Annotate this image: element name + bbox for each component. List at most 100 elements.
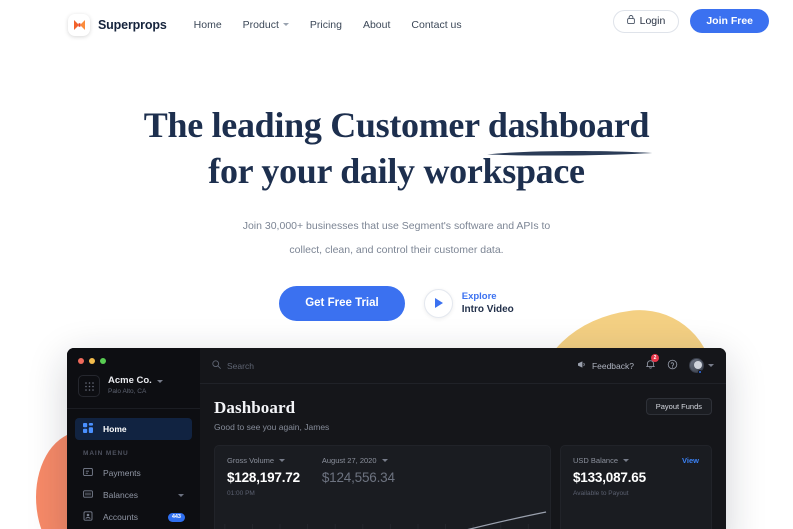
butterfly-logo-icon (68, 13, 90, 36)
sidebar-item-accounts[interactable]: Accounts 443 (75, 506, 192, 528)
sidebar-item-balances[interactable]: Balances (75, 484, 192, 506)
nav-link-about[interactable]: About (363, 19, 390, 31)
chevron-down-icon (282, 23, 289, 26)
window-traffic-lights (67, 348, 200, 364)
login-button[interactable]: Login (612, 9, 680, 33)
notification-count-badge: 2 (651, 353, 659, 362)
user-menu[interactable] (689, 358, 714, 374)
feedback-button[interactable]: Feedback? (577, 360, 634, 371)
metric-comparison-label: August 27, 2020 (321, 456, 377, 465)
org-switcher[interactable]: Acme Co. Palo Alto, CA (67, 364, 200, 397)
hero-subtitle-line1: Join 30,000+ businesses that use Segment… (242, 220, 551, 233)
sidebar-item-payments-label: Payments (103, 468, 141, 478)
nav-link-product-label: Product (242, 18, 279, 31)
org-location: Palo Alto, CA (108, 388, 147, 396)
minimize-window-dot[interactable] (89, 358, 95, 364)
nav-link-pricing[interactable]: Pricing (310, 19, 342, 31)
hero-subtitle-line2: collect, clean, and control their custom… (289, 243, 504, 256)
usd-balance-label: USD Balance (573, 456, 619, 465)
bank-icon (83, 489, 95, 501)
dashboard-body: Dashboard Good to see you again, James P… (200, 384, 726, 529)
dashboard-topbar-actions: Feedback? 2 (577, 353, 714, 375)
chevron-down-icon[interactable] (381, 459, 388, 462)
gross-volume-chart (224, 511, 547, 529)
nav-link-contact-us[interactable]: Contact us (411, 19, 461, 31)
chevron-down-icon[interactable] (623, 459, 630, 462)
nav-links: Home Product Pricing About Contact us (194, 19, 483, 31)
brand-name: Superprops (98, 17, 167, 32)
help-circle-icon[interactable] (667, 357, 678, 375)
metric-comparison-header[interactable]: August 27, 2020 (322, 456, 395, 465)
search-placeholder: Search (227, 360, 254, 371)
get-free-trial-label: Get Free Trial (305, 297, 379, 310)
metric-comparison-value: $124,556.34 (321, 470, 395, 485)
sidebar-divider (67, 408, 200, 409)
get-free-trial-button[interactable]: Get Free Trial (279, 285, 405, 321)
sidebar-item-payments[interactable]: Payments (75, 462, 192, 484)
card-icon (83, 467, 95, 479)
usd-balance-header[interactable]: USD Balance (573, 456, 699, 465)
dashboard-topbar: Search Feedback? 2 (200, 348, 726, 384)
chevron-down-icon[interactable] (708, 364, 714, 367)
sidebar-item-home-label: Home (103, 424, 127, 434)
nav-link-about-label: About (362, 18, 391, 31)
megaphone-icon (577, 360, 587, 371)
view-link[interactable]: View (682, 456, 699, 465)
dashboard-sidebar: Acme Co. Palo Alto, CA Home MAIN MENU Pa… (67, 348, 200, 529)
metric-gross-volume-value: $128,197.72 (227, 470, 300, 485)
hero-section: The leading Customer dashboard for your … (0, 103, 793, 321)
nav-link-pricing-label: Pricing (309, 18, 342, 31)
brand[interactable]: Superprops (68, 13, 167, 36)
metric-gross-volume-header[interactable]: Gross Volume (227, 456, 300, 465)
landing-page: Superprops Home Product Pricing About Co… (0, 0, 793, 529)
intro-video-link[interactable]: Explore Intro Video (423, 288, 514, 318)
nav-link-home[interactable]: Home (194, 19, 222, 31)
play-icon[interactable] (423, 288, 453, 318)
join-free-button-label: Join Free (706, 15, 753, 27)
org-name: Acme Co. (108, 375, 152, 387)
notifications-button[interactable]: 2 (645, 353, 659, 375)
chevron-down-icon[interactable] (178, 493, 184, 497)
dashboard-grid-icon (83, 423, 95, 435)
maximize-window-dot[interactable] (100, 358, 106, 364)
chevron-down-icon[interactable] (156, 379, 163, 383)
org-name-row: Acme Co. (108, 375, 163, 387)
underline-swoosh-icon (486, 150, 653, 156)
page-title: The leading Customer dashboard for your … (0, 103, 793, 194)
org-text: Acme Co. Palo Alto, CA (108, 375, 163, 397)
metric-gross-volume-label: Gross Volume (227, 456, 275, 465)
join-free-button[interactable]: Join Free (690, 9, 769, 33)
lock-icon (626, 15, 635, 27)
intro-video-text: Explore Intro Video (462, 290, 514, 317)
nav-actions: Login Join Free (612, 9, 769, 33)
nav-link-product[interactable]: Product (243, 19, 289, 31)
cta-row: Get Free Trial Explore Intro Video (0, 285, 793, 321)
nav-link-contact-us-label: Contact us (411, 18, 462, 31)
close-window-dot[interactable] (78, 358, 84, 364)
search-icon (212, 360, 221, 371)
payout-funds-button[interactable]: Payout Funds (645, 398, 712, 415)
chevron-down-icon[interactable] (279, 459, 286, 462)
account-icon (83, 511, 95, 523)
dashboard-preview-window: Acme Co. Palo Alto, CA Home MAIN MENU Pa… (67, 348, 726, 529)
intro-video-line2: Intro Video (461, 303, 514, 315)
metric-gross-volume-time: 01:00 PM (227, 490, 255, 497)
hero-subtitle: Join 30,000+ businesses that use Segment… (0, 215, 793, 261)
nav-link-home-label: Home (193, 18, 222, 31)
hero-title-highlight-text: dashboard (487, 105, 650, 145)
dashboard-title: Dashboard (214, 398, 296, 417)
login-button-label: Login (639, 15, 666, 27)
usd-balance-card: USD Balance View $133,087.65 Available t… (560, 445, 712, 529)
stat-cards-row: Gross Volume $128,197.72 01:00 PM August… (214, 445, 712, 529)
search-input[interactable]: Search (212, 360, 254, 371)
gross-volume-card: Gross Volume $128,197.72 01:00 PM August… (214, 445, 551, 529)
intro-video-line1: Explore (461, 290, 497, 302)
usd-balance-value: $133,087.65 (573, 470, 646, 485)
grid-icon (78, 375, 100, 397)
top-navigation-bar: Superprops Home Product Pricing About Co… (0, 0, 793, 49)
feedback-label: Feedback? (591, 360, 634, 371)
sidebar-item-accounts-label: Accounts (103, 512, 138, 522)
sidebar-item-balances-label: Balances (103, 490, 138, 500)
sidebar-item-home[interactable]: Home (75, 418, 192, 440)
hero-title-line1-prefix: The leading Customer (143, 105, 488, 145)
